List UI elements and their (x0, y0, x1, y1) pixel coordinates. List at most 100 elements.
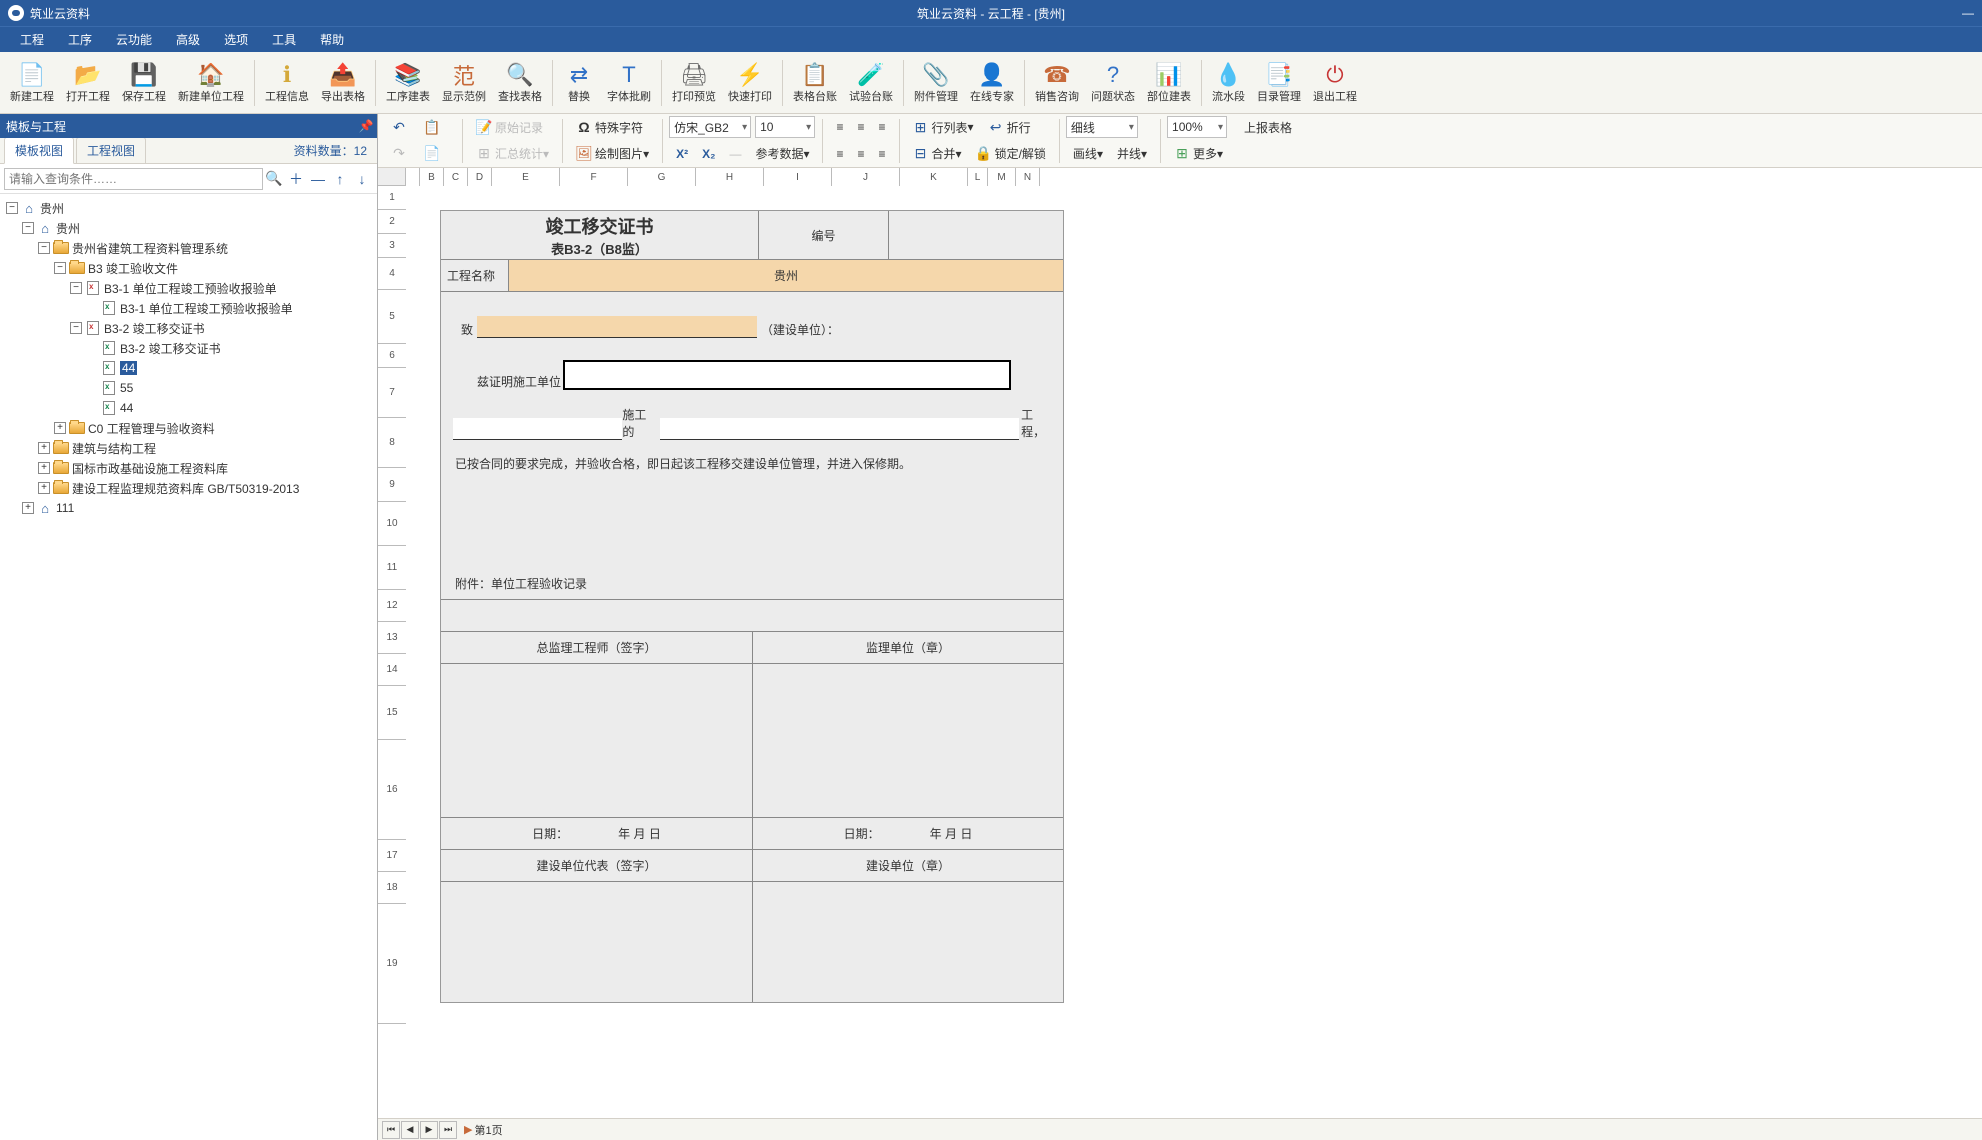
tool-导出表格[interactable]: 📤导出表格 (315, 54, 371, 112)
sheet-corner[interactable] (378, 168, 406, 186)
row-header[interactable]: 13 (378, 622, 406, 654)
row-header[interactable]: 7 (378, 368, 406, 418)
row-header[interactable]: 10 (378, 502, 406, 546)
row-header[interactable]: 11 (378, 546, 406, 590)
last-page-button[interactable]: ⏭ (439, 1121, 457, 1139)
add-icon[interactable]: ＋ (285, 168, 307, 190)
tool-快速打印[interactable]: ⚡快速打印 (722, 54, 778, 112)
first-page-button[interactable]: ⏮ (382, 1121, 400, 1139)
tab-工程视图[interactable]: 工程视图 (76, 137, 146, 163)
tree-node[interactable]: −⌂贵州 (0, 198, 377, 218)
tree-node[interactable]: B3-1 单位工程竣工预验收报验单 (0, 298, 377, 318)
tool-新建单位工程[interactable]: 🏠新建单位工程 (172, 54, 250, 112)
col-header[interactable]: B (420, 168, 444, 186)
cert-unit-input[interactable] (563, 360, 1011, 390)
fontsize-select[interactable]: 10 (755, 116, 815, 138)
down-icon[interactable]: ↓ (351, 168, 373, 190)
col-header[interactable]: M (988, 168, 1016, 186)
to-input[interactable] (477, 316, 757, 338)
tool-试验台账[interactable]: 🧪试验台账 (843, 54, 899, 112)
tool-问题状态[interactable]: ?问题状态 (1085, 54, 1141, 112)
line-style-select[interactable]: 细线 (1066, 116, 1138, 138)
tree-node[interactable]: +⌂111 (0, 498, 377, 518)
col-header[interactable]: E (492, 168, 560, 186)
col-header[interactable]: N (1016, 168, 1040, 186)
upload-button[interactable]: 上报表格 (1237, 115, 1299, 139)
align-center-top-button[interactable]: ≡ (851, 115, 872, 139)
original-record-button[interactable]: 📝原始记录 (469, 115, 550, 139)
menu-工序[interactable]: 工序 (56, 27, 104, 53)
redo-button[interactable]: ↷ (384, 142, 417, 166)
col-header[interactable]: L (968, 168, 988, 186)
tree-node[interactable]: +国标市政基础设施工程资料库 (0, 458, 377, 478)
align-center-button[interactable]: ≡ (851, 142, 872, 166)
row-header[interactable]: 5 (378, 290, 406, 344)
tree-node[interactable]: −B3-2 竣工移交证书 (0, 318, 377, 338)
row-header[interactable]: 19 (378, 904, 406, 1024)
tool-表格台账[interactable]: 📋表格台账 (787, 54, 843, 112)
tool-替换[interactable]: ⇄替换 (557, 54, 601, 112)
align-right-top-button[interactable]: ≡ (872, 115, 893, 139)
tool-新建工程[interactable]: 📄新建工程 (4, 54, 60, 112)
up-icon[interactable]: ↑ (329, 168, 351, 190)
tool-查找表格[interactable]: 🔍查找表格 (492, 54, 548, 112)
tool-字体批刷[interactable]: T字体批刷 (601, 54, 657, 112)
rowcol-button[interactable]: ⊞行列表▾ (906, 115, 981, 139)
ref-data-button[interactable]: 参考数据▾ (748, 142, 816, 166)
font-select[interactable]: 仿宋_GB2 (669, 116, 751, 138)
align-left-button[interactable]: ≡ (829, 142, 850, 166)
col-header[interactable]: C (444, 168, 468, 186)
menu-云功能[interactable]: 云功能 (104, 27, 164, 53)
col-header[interactable]: G (628, 168, 696, 186)
tool-目录管理[interactable]: 📑目录管理 (1251, 54, 1307, 112)
row-header[interactable]: 8 (378, 418, 406, 468)
tool-打印预览[interactable]: 🖨打印预览 (666, 54, 722, 112)
col-header[interactable] (406, 168, 420, 186)
tab-模板视图[interactable]: 模板视图 (4, 137, 74, 164)
tool-打开工程[interactable]: 📂打开工程 (60, 54, 116, 112)
tool-退出工程[interactable]: ⏻退出工程 (1307, 54, 1363, 112)
tree-node[interactable]: −B3-1 单位工程竣工预验收报验单 (0, 278, 377, 298)
tool-显示范例[interactable]: 范显示范例 (436, 54, 492, 112)
row-header[interactable]: 3 (378, 234, 406, 258)
draw-image-button[interactable]: 🖼绘制图片▾ (569, 142, 656, 166)
lock-button[interactable]: 🔒锁定/解锁 (969, 142, 1053, 166)
row-header[interactable]: 4 (378, 258, 406, 290)
tool-流水段[interactable]: 💧流水段 (1206, 54, 1251, 112)
tree-node[interactable]: 44 (0, 398, 377, 418)
wrap-button[interactable]: ↩折行 (981, 115, 1038, 139)
tree-search-input[interactable] (4, 168, 263, 190)
tree-node[interactable]: +建设工程监理规范资料库 GB/T50319-2013 (0, 478, 377, 498)
next-page-button[interactable]: ▶ (420, 1121, 438, 1139)
row-header[interactable]: 2 (378, 210, 406, 234)
menu-高级[interactable]: 高级 (164, 27, 212, 53)
const-input-2[interactable] (660, 418, 1019, 440)
col-header[interactable]: I (764, 168, 832, 186)
draw-line-button[interactable]: 画线▾ (1066, 142, 1110, 166)
paste-button[interactable]: 📄 (417, 142, 450, 166)
tree-node[interactable]: B3-2 竣工移交证书 (0, 338, 377, 358)
remove-icon[interactable]: — (307, 168, 329, 190)
row-header[interactable]: 1 (378, 186, 406, 210)
tree-node[interactable]: 44 (0, 358, 377, 378)
col-header[interactable]: J (832, 168, 900, 186)
col-header[interactable]: F (560, 168, 628, 186)
row-header[interactable]: 9 (378, 468, 406, 502)
menu-工具[interactable]: 工具 (260, 27, 308, 53)
row-header[interactable]: 17 (378, 840, 406, 872)
tool-保存工程[interactable]: 💾保存工程 (116, 54, 172, 112)
col-header[interactable]: H (696, 168, 764, 186)
copy-button[interactable]: 📋 (417, 115, 450, 139)
tool-在线专家[interactable]: 👤在线专家 (964, 54, 1020, 112)
menu-帮助[interactable]: 帮助 (308, 27, 356, 53)
minimize-button[interactable]: — (1958, 0, 1978, 26)
subscript-button[interactable]: X₂ (695, 142, 722, 166)
tool-工程信息[interactable]: ℹ工程信息 (259, 54, 315, 112)
row-header[interactable]: 16 (378, 740, 406, 840)
fill-line-button[interactable]: 并线▾ (1110, 142, 1154, 166)
tree-node[interactable]: 55 (0, 378, 377, 398)
menu-选项[interactable]: 选项 (212, 27, 260, 53)
tool-销售咨询[interactable]: ☎销售咨询 (1029, 54, 1085, 112)
merge-button[interactable]: ⊟合并▾ (906, 142, 969, 166)
undo-button[interactable]: ↶ (384, 115, 417, 139)
